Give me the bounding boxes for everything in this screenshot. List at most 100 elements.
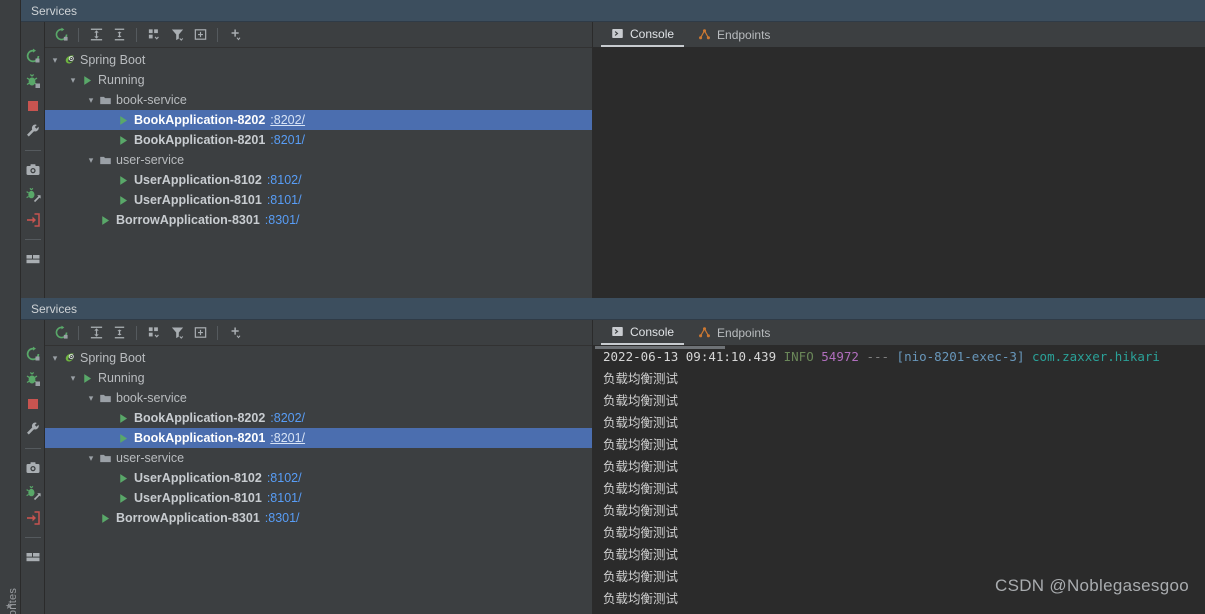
chevron-down-icon[interactable]: ▾ bbox=[67, 373, 79, 384]
service-url-link[interactable]: :8101/ bbox=[267, 491, 302, 505]
chevron-down-icon[interactable]: ▾ bbox=[49, 353, 61, 364]
tab-endpoints[interactable]: Endpoints bbox=[688, 22, 780, 47]
log-thread: [nio-8201-exec-3] bbox=[896, 349, 1025, 364]
service-url-link[interactable]: :8102/ bbox=[267, 173, 302, 187]
chevron-down-icon[interactable]: ▾ bbox=[85, 453, 97, 464]
rail-separator bbox=[24, 239, 41, 240]
service-url-link[interactable]: :8201/ bbox=[270, 133, 305, 147]
console-output[interactable]: 2022-06-13 09:41:10.439 INFO 54972 --- [… bbox=[593, 346, 1205, 614]
favorites-rail[interactable]: ★ Favorites bbox=[0, 0, 21, 614]
folder-icon bbox=[97, 452, 113, 465]
service-url-link[interactable]: :8201/ bbox=[270, 431, 305, 445]
tree-row-label: BookApplication-8202 bbox=[134, 411, 266, 425]
service-url-link[interactable]: :8202/ bbox=[270, 113, 305, 127]
expand-all-icon[interactable] bbox=[86, 323, 106, 343]
tree-row[interactable]: BorrowApplication-8301:8301/ bbox=[45, 210, 592, 230]
chevron-down-icon[interactable]: ▾ bbox=[85, 155, 97, 166]
service-url-link[interactable]: :8301/ bbox=[265, 213, 300, 227]
console-line: 负载均衡测试 bbox=[593, 456, 1205, 478]
tree-row[interactable]: BookApplication-8202 :8202/ bbox=[45, 408, 592, 428]
tree-row[interactable]: ▾ Spring Boot bbox=[45, 348, 592, 368]
run-play-icon bbox=[97, 512, 113, 525]
rail-separator bbox=[24, 150, 41, 151]
rail-separator bbox=[24, 537, 41, 538]
service-url-link[interactable]: :8301/ bbox=[265, 511, 300, 525]
tree-row[interactable]: BookApplication-8201:8201/ bbox=[45, 428, 592, 448]
rerun-icon[interactable] bbox=[25, 346, 41, 362]
tree-row[interactable]: BorrowApplication-8301:8301/ bbox=[45, 508, 592, 528]
group-by-icon[interactable] bbox=[144, 25, 164, 45]
rerun-icon[interactable] bbox=[51, 323, 71, 343]
group-by-icon[interactable] bbox=[144, 323, 164, 343]
screenshot-camera-icon[interactable] bbox=[25, 460, 41, 476]
tree-row[interactable]: UserApplication-8101:8101/ bbox=[45, 190, 592, 210]
toolbar-separator bbox=[136, 27, 137, 42]
attach-debugger-icon[interactable] bbox=[25, 187, 41, 203]
filter-icon[interactable] bbox=[167, 323, 187, 343]
services-toolbar bbox=[45, 320, 592, 346]
exit-icon[interactable] bbox=[25, 212, 41, 228]
rerun-icon[interactable] bbox=[25, 48, 41, 64]
collapse-all-icon[interactable] bbox=[109, 323, 129, 343]
tree-row[interactable]: ▾ user-service bbox=[45, 150, 592, 170]
log-text: 负载均衡测试 bbox=[603, 437, 679, 452]
service-url-link[interactable]: :8102/ bbox=[267, 471, 302, 485]
chevron-down-icon[interactable]: ▾ bbox=[67, 75, 79, 86]
tab-endpoints[interactable]: Endpoints bbox=[688, 320, 780, 345]
tree-row[interactable]: ▾ Running bbox=[45, 70, 592, 90]
debug-icon[interactable] bbox=[25, 73, 41, 89]
show-in-new-window-icon[interactable] bbox=[190, 323, 210, 343]
favorites-rail-label[interactable]: Favorites bbox=[7, 565, 19, 614]
layout-icon[interactable] bbox=[25, 251, 41, 267]
tree-row[interactable]: ▾ Spring Boot bbox=[45, 50, 592, 70]
tree-row[interactable]: ▾ book-service bbox=[45, 388, 592, 408]
service-url-link[interactable]: :8101/ bbox=[267, 193, 302, 207]
expand-all-icon[interactable] bbox=[86, 25, 106, 45]
console-line: 负载均衡测试 bbox=[593, 390, 1205, 412]
tree-row-label: Spring Boot bbox=[80, 53, 146, 67]
show-in-new-window-icon[interactable] bbox=[190, 25, 210, 45]
tree-row[interactable]: BookApplication-8201:8201/ bbox=[45, 130, 592, 150]
tree-row[interactable]: ▾ user-service bbox=[45, 448, 592, 468]
services-tree[interactable]: ▾ Spring Boot ▾ Running ▾ book-service BookAp… bbox=[45, 346, 592, 614]
spring-boot-icon bbox=[61, 352, 77, 365]
filter-icon[interactable] bbox=[167, 25, 187, 45]
toolbar-separator bbox=[136, 325, 137, 340]
log-sep: --- bbox=[866, 349, 890, 364]
tree-row[interactable]: UserApplication-8102 :8102/ bbox=[45, 170, 592, 190]
console-output[interactable] bbox=[593, 48, 1205, 298]
debug-icon[interactable] bbox=[25, 371, 41, 387]
add-service-icon[interactable] bbox=[225, 323, 245, 343]
tree-row[interactable]: ▾ book-service bbox=[45, 90, 592, 110]
log-text: 负载均衡测试 bbox=[603, 525, 679, 540]
tree-row-label: BookApplication-8202 bbox=[134, 113, 266, 127]
settings-wrench-icon[interactable] bbox=[25, 421, 41, 437]
chevron-down-icon[interactable]: ▾ bbox=[49, 55, 61, 66]
tree-row[interactable]: UserApplication-8102:8102/ bbox=[45, 468, 592, 488]
run-play-icon bbox=[115, 472, 131, 485]
tree-row[interactable]: ▾ Running bbox=[45, 368, 592, 388]
tree-row[interactable]: BookApplication-8202 :8202/ bbox=[45, 110, 592, 130]
log-text: 负载均衡测试 bbox=[603, 415, 679, 430]
tree-row-label: UserApplication-8102 bbox=[134, 173, 262, 187]
settings-wrench-icon[interactable] bbox=[25, 123, 41, 139]
chevron-down-icon[interactable]: ▾ bbox=[85, 393, 97, 404]
layout-icon[interactable] bbox=[25, 549, 41, 565]
stop-icon[interactable] bbox=[25, 98, 41, 114]
service-url-link[interactable]: :8202/ bbox=[270, 411, 305, 425]
screenshot-camera-icon[interactable] bbox=[25, 162, 41, 178]
add-service-icon[interactable] bbox=[225, 25, 245, 45]
services-tree[interactable]: ▾ Spring Boot ▾ Running ▾ book-service BookAp… bbox=[45, 48, 592, 298]
chevron-down-icon[interactable]: ▾ bbox=[85, 95, 97, 106]
log-text: 负载均衡测试 bbox=[603, 503, 679, 518]
tree-row[interactable]: UserApplication-8101:8101/ bbox=[45, 488, 592, 508]
tab-console[interactable]: Console bbox=[601, 22, 685, 47]
attach-debugger-icon[interactable] bbox=[25, 485, 41, 501]
collapse-all-icon[interactable] bbox=[109, 25, 129, 45]
exit-icon[interactable] bbox=[25, 510, 41, 526]
tab-console[interactable]: Console bbox=[601, 320, 685, 345]
stop-icon[interactable] bbox=[25, 396, 41, 412]
console-horizontal-scrollbar[interactable] bbox=[595, 346, 725, 349]
rerun-icon[interactable] bbox=[51, 25, 71, 45]
console-line: 负载均衡测试 bbox=[593, 522, 1205, 544]
